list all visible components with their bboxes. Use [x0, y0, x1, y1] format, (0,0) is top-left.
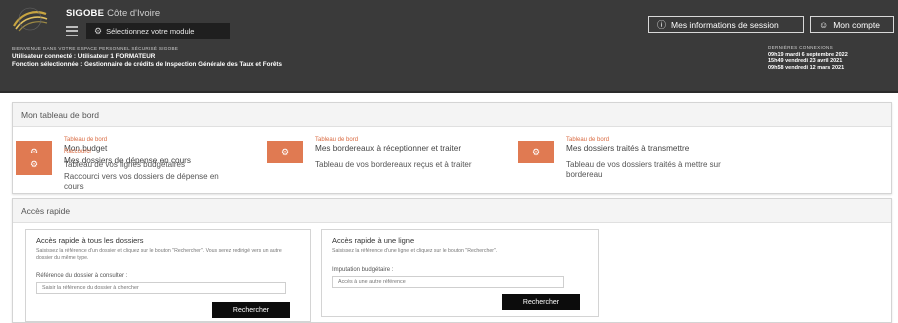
tile-description: Tableau de vos dossiers traités à mettre…: [566, 160, 721, 179]
select-module-label: Sélectionnez votre module: [106, 26, 195, 36]
welcome-text: BIENVENUE DANS VOTRE ESPACE PERSONNEL SÉ…: [12, 46, 179, 51]
quick-access-panel: Accès rapide Accès rapide à tous les dos…: [12, 198, 892, 323]
app-title: SIGOBE Côte d'Ivoire: [66, 8, 160, 19]
search-ligne-button[interactable]: Rechercher: [502, 294, 580, 310]
account-label: Mon compte: [833, 19, 880, 30]
connected-user: Utilisateur connecté : Utilisateur 1 FOR…: [12, 53, 156, 60]
select-module-button[interactable]: ⚙ Sélectionnez votre module: [86, 23, 230, 39]
gear-icon: ⚙: [94, 25, 103, 36]
tile-description: Raccourci vers vos dossiers de dépense e…: [64, 172, 219, 191]
app-name: SIGOBE: [66, 8, 105, 19]
card-title: Accès rapide à tous les dossiers: [36, 236, 144, 245]
search-dossier-button[interactable]: Rechercher: [212, 302, 290, 318]
tile-category: Tableau de bord: [64, 137, 108, 143]
tile-title: Mes dossiers de dépense en cours: [64, 156, 191, 165]
last-connection-item: 15h49 vendredi 23 avril 2021: [768, 58, 843, 64]
gear-icon: ⚙: [267, 141, 303, 163]
tile-dossiers-traites[interactable]: ⚙ Tableau de bord Mes dossiers traités à…: [518, 137, 758, 179]
dashboard-panel: Mon tableau de bord ⚙ Tableau de bord Mo…: [12, 102, 892, 194]
selected-function: Fonction sélectionnée : Gestionnaire de …: [12, 61, 283, 68]
user-icon: ☺: [819, 19, 829, 30]
imputation-label: Imputation budgétaire :: [332, 267, 394, 273]
sigobe-logo-icon: [13, 7, 48, 32]
country-name: Côte d'Ivoire: [107, 8, 161, 19]
welcome-block: BIENVENUE DANS VOTRE ESPACE PERSONNEL SÉ…: [12, 45, 282, 69]
imputation-input[interactable]: [332, 276, 564, 288]
gear-icon: ⚙: [16, 153, 52, 175]
dashboard-title: Mon tableau de bord: [13, 103, 891, 127]
dossier-reference-label: Référence du dossier à consulter :: [36, 273, 128, 279]
card-description: Saisissez la référence d'un dossier et c…: [36, 248, 282, 261]
card-description: Saisissez la référence d'une ligne et cl…: [332, 248, 498, 254]
tile-title: Mes bordereaux à réceptionner et traiter: [315, 144, 462, 153]
quick-access-dossiers-card: Accès rapide à tous les dossiers Saisiss…: [25, 229, 311, 322]
quick-access-title: Accès rapide: [13, 199, 891, 223]
tile-category: Tableau de bord: [315, 137, 359, 143]
account-button[interactable]: ☺ Mon compte: [810, 16, 894, 33]
top-header: SIGOBE Côte d'Ivoire ⚙ Sélectionnez votre…: [0, 0, 898, 93]
last-connections: DERNIÈRES CONNEXIONS 09h19 mardi 6 septe…: [768, 45, 848, 71]
tile-category: Raccourci: [64, 149, 91, 155]
tile-title: Mes dossiers traités à transmettre: [566, 144, 690, 153]
hamburger-menu-icon[interactable]: [66, 26, 78, 36]
session-info-button[interactable]: ⓘ Mes informations de session: [648, 16, 804, 33]
gear-icon: ⚙: [518, 141, 554, 163]
tile-bordereaux[interactable]: ⚙ Tableau de bord Mes bordereaux à récep…: [267, 137, 507, 173]
info-icon: ⓘ: [657, 20, 667, 30]
last-connection-item: 09h58 vendredi 12 mars 2021: [768, 64, 845, 71]
tile-dossiers-depense[interactable]: ⚙ Raccourci Mes dossiers de dépense en c…: [16, 149, 256, 191]
card-title: Accès rapide à une ligne: [332, 236, 415, 245]
session-info-label: Mes informations de session: [671, 19, 779, 30]
tile-category: Tableau de bord: [566, 137, 610, 143]
tile-description: Tableau de vos bordereaux reçus et à tra…: [315, 160, 472, 169]
quick-access-ligne-card: Accès rapide à une ligne Saisissez la ré…: [321, 229, 599, 317]
dossier-reference-input[interactable]: [36, 282, 286, 294]
